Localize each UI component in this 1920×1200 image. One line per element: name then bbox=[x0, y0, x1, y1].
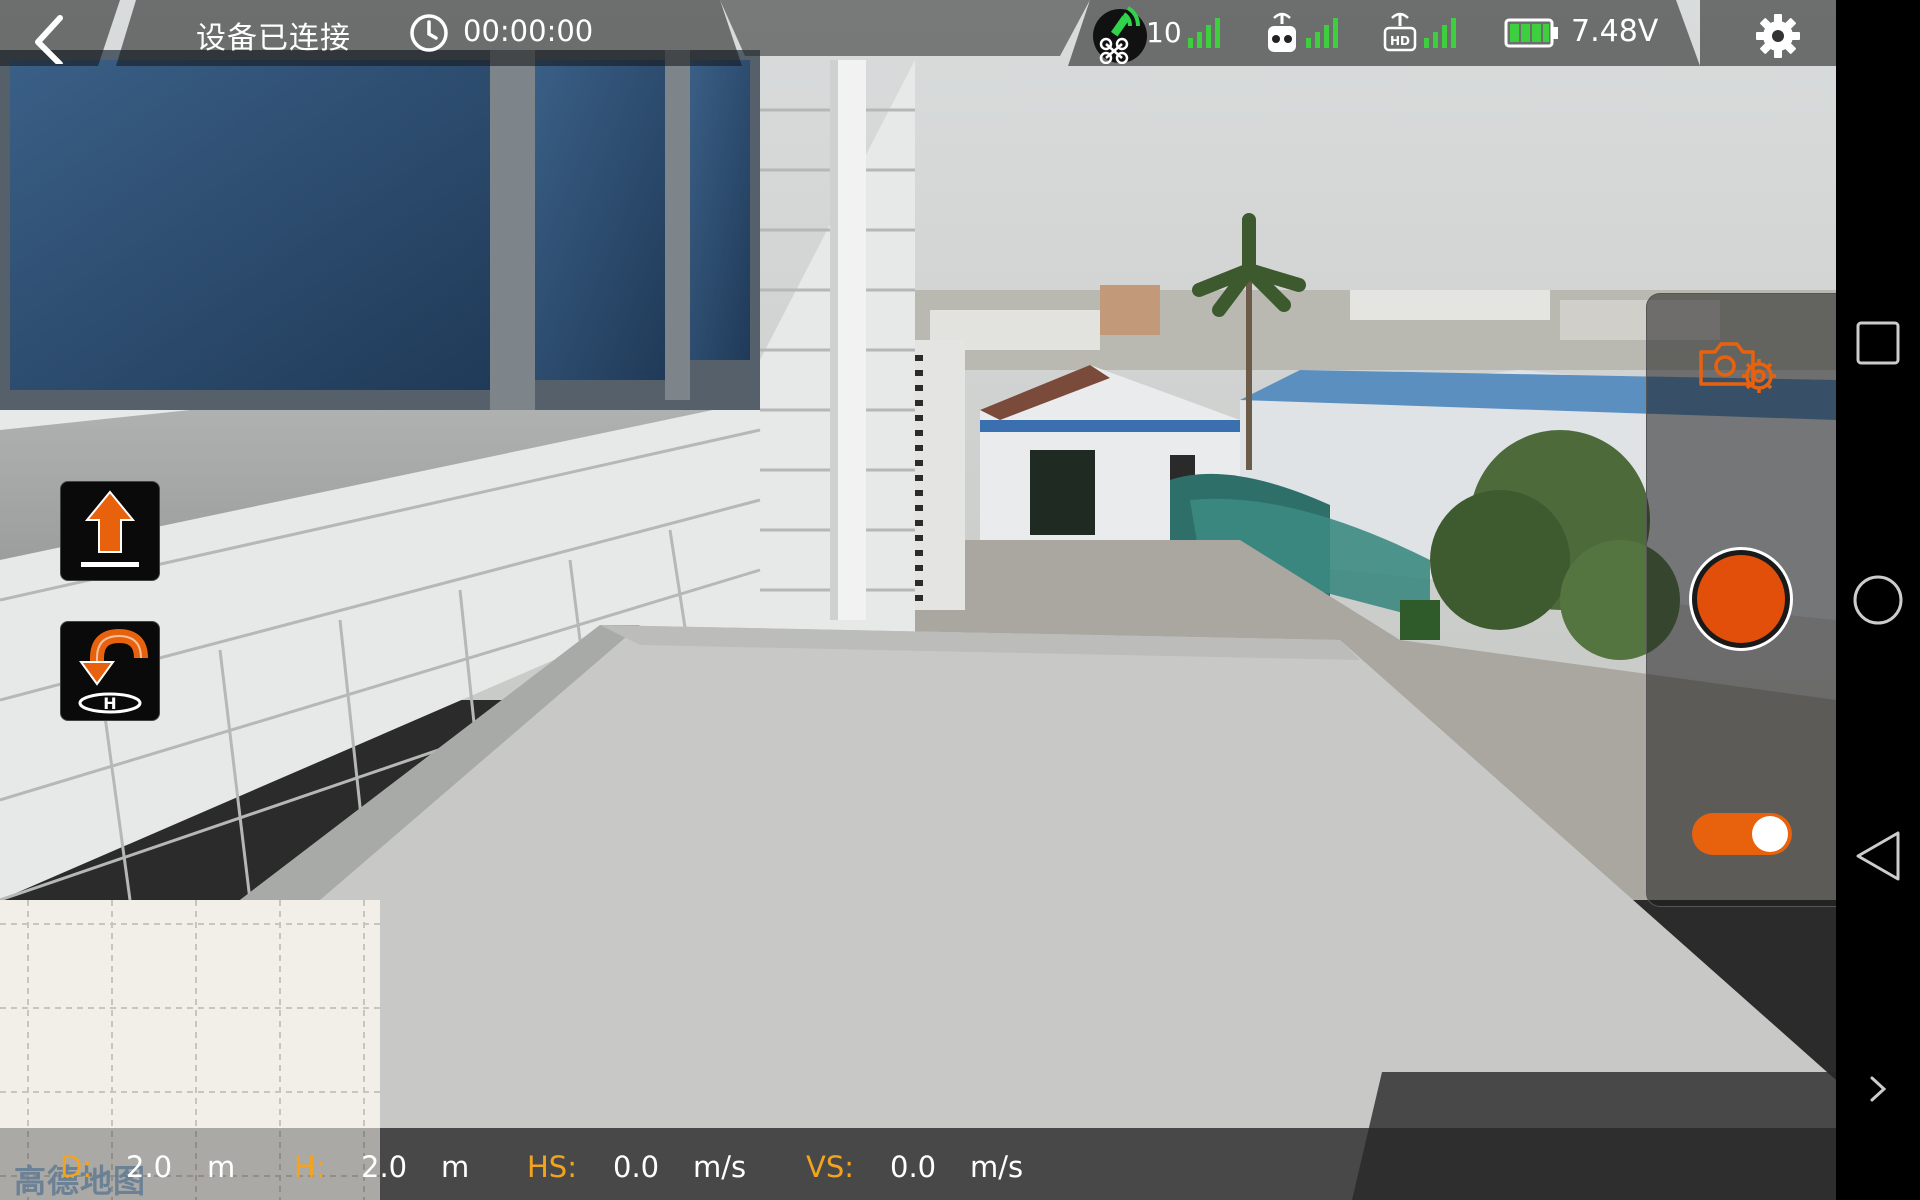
battery-icon bbox=[1504, 18, 1558, 48]
horizontal-speed-value: 0.0 bbox=[613, 1150, 660, 1184]
flight-timer: 00:00:00 bbox=[463, 14, 594, 48]
battery-voltage: 7.48V bbox=[1571, 14, 1659, 49]
hd-signal-bars bbox=[1424, 18, 1456, 48]
vertical-speed-unit: m/s bbox=[970, 1150, 1024, 1184]
takeoff-arrow-icon bbox=[81, 490, 139, 567]
takeoff-button[interactable] bbox=[60, 481, 160, 581]
rc-signal-bars bbox=[1306, 18, 1338, 48]
shutter-fill bbox=[1697, 555, 1785, 643]
square-icon bbox=[1856, 321, 1900, 365]
chevron-right-icon bbox=[1870, 1076, 1887, 1102]
triangle-back-icon bbox=[1856, 831, 1900, 881]
android-navigation-bar bbox=[1836, 0, 1920, 1200]
hd-video-link-icon: HD bbox=[1383, 12, 1417, 52]
settings-button[interactable] bbox=[1754, 12, 1802, 60]
satellite-count: 10 bbox=[1146, 16, 1182, 49]
record-shutter-button[interactable] bbox=[1689, 547, 1793, 651]
gps-signal-bars bbox=[1188, 18, 1220, 48]
photo-video-mode-toggle[interactable] bbox=[1692, 813, 1792, 855]
vertical-speed-value: 0.0 bbox=[890, 1150, 937, 1184]
top-status-bar: 设备已连接 00:00:00 10 HD 7.48V bbox=[0, 0, 1836, 67]
vertical-speed-label: VS: bbox=[806, 1150, 855, 1184]
return-home-icon: H bbox=[78, 628, 148, 714]
chevron-left-icon bbox=[35, 15, 63, 67]
clock-icon bbox=[410, 14, 448, 52]
recent-apps-button[interactable] bbox=[1855, 320, 1901, 366]
distance-unit: m bbox=[207, 1150, 236, 1184]
height-unit: m bbox=[441, 1150, 470, 1184]
remote-controller-icon bbox=[1268, 12, 1296, 52]
expand-nav-button[interactable] bbox=[1864, 1074, 1892, 1104]
camera-control-panel bbox=[1646, 293, 1837, 907]
distance-value: 2.0 bbox=[126, 1150, 173, 1184]
home-button[interactable] bbox=[1852, 574, 1904, 626]
height-label: H: bbox=[294, 1150, 326, 1184]
back-nav-button[interactable] bbox=[1854, 830, 1902, 882]
svg-text:HD: HD bbox=[1390, 34, 1410, 48]
toggle-knob bbox=[1752, 816, 1788, 852]
connection-status: 设备已连接 bbox=[196, 21, 351, 56]
camera-settings-button[interactable] bbox=[1697, 340, 1781, 396]
back-button[interactable] bbox=[20, 8, 82, 67]
gps-status bbox=[1090, 4, 1150, 65]
svg-text:H: H bbox=[103, 694, 116, 713]
camera-settings-icon bbox=[1699, 342, 1776, 393]
horizontal-speed-unit: m/s bbox=[693, 1150, 747, 1184]
circle-icon bbox=[1853, 575, 1903, 625]
height-value: 2.0 bbox=[361, 1150, 408, 1184]
gear-icon bbox=[1756, 14, 1800, 58]
return-home-button[interactable]: H bbox=[60, 621, 160, 721]
distance-label: D: bbox=[60, 1150, 93, 1184]
horizontal-speed-label: HS: bbox=[527, 1150, 577, 1184]
